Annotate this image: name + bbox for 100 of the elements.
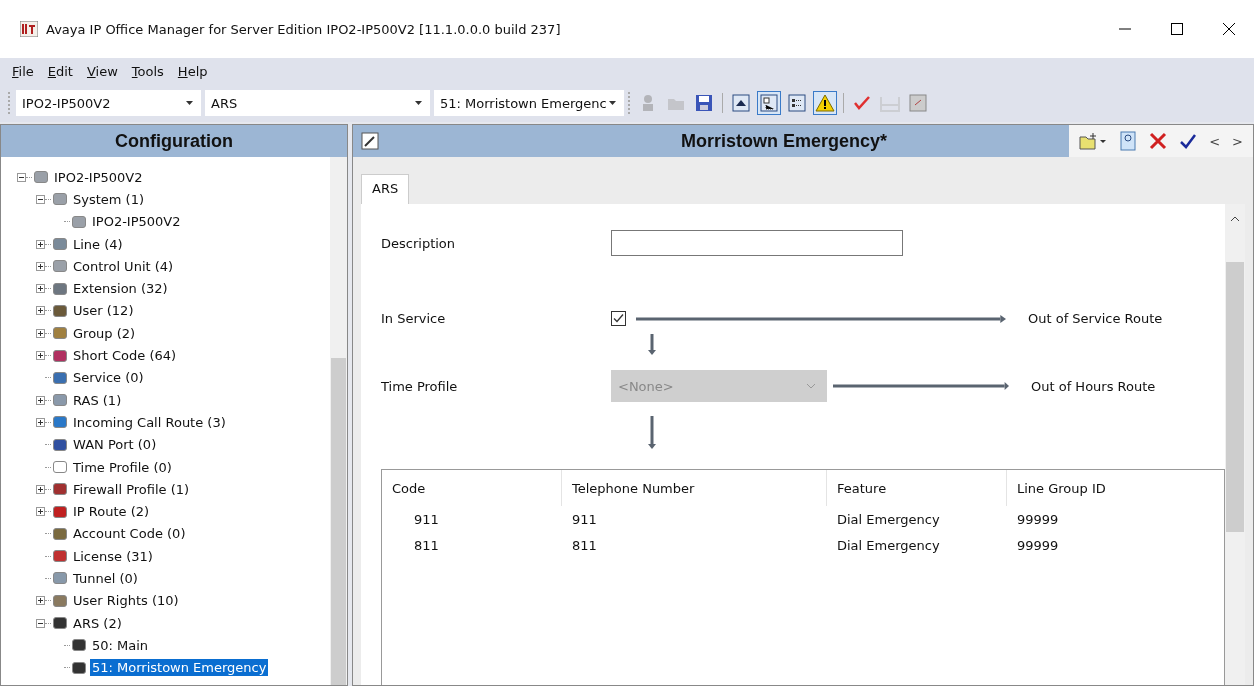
maximize-icon[interactable] [1170,22,1184,36]
toolbar-collapse-button[interactable] [729,91,753,115]
column-header[interactable]: Code [382,470,562,506]
tree-item[interactable]: User (12) [71,302,136,320]
tree-item[interactable]: System (1) [71,190,147,208]
tree-item[interactable]: User Rights (10) [71,592,181,610]
expand-toggle[interactable] [36,507,45,517]
node-icon [72,639,86,652]
menu-item[interactable]: View [86,63,118,79]
app-logo-icon [20,21,38,37]
tree-item[interactable]: WAN Port (0) [71,436,159,454]
nav-button[interactable]: < [1209,133,1221,149]
warning-icon [815,93,835,113]
expand-toggle[interactable] [36,484,45,494]
menu-item[interactable]: Tools [131,63,164,79]
tile-icon [908,93,928,113]
in-service-checkbox[interactable] [611,311,626,326]
node-icon [53,282,67,295]
tree-item[interactable]: Extension (32) [71,280,170,298]
caret-icon [609,101,616,105]
toolbar-list-button[interactable] [785,91,809,115]
expand-toggle[interactable] [36,596,45,606]
tree-item[interactable]: Line (4) [71,235,125,253]
node-icon [53,438,67,451]
tree-item[interactable]: Account Code (0) [71,525,188,543]
toolbar-warning-button[interactable] [813,91,837,115]
tree-item[interactable]: IPO2-IP500V2 [90,213,183,231]
route-label: Out of Hours Route [1031,378,1156,394]
toolbar-dropdown[interactable]: 51: Morristown Emergenc [434,90,624,116]
chevron-icon [806,383,816,389]
node-icon [53,371,67,384]
scrollbar[interactable] [330,157,347,685]
expand-toggle[interactable] [36,239,45,249]
node-icon [53,416,67,429]
menu-item[interactable]: File [12,63,34,79]
delete-button[interactable] [1149,132,1168,150]
expand-toggle[interactable] [36,306,45,316]
tree-item[interactable]: Group (2) [71,324,138,342]
column-header[interactable]: Telephone Number [562,470,827,506]
tree-item[interactable]: IPO2-IP500V2 [52,168,145,186]
save-icon [694,93,714,113]
toolbar-tree-button[interactable] [757,91,781,115]
expand-toggle[interactable] [36,417,45,427]
ok-button[interactable] [1179,132,1198,150]
new-button[interactable] [1079,132,1108,150]
panel-header: Configuration [1,125,347,157]
table-cell-text: 99999 [1016,537,1060,553]
table-cell-text: 99999 [1016,511,1060,527]
toolbar-dropdown[interactable]: ARS [205,90,430,116]
column-header[interactable]: Line Group ID [1007,470,1197,506]
column-header[interactable]: Feature [827,470,1007,506]
tree-item[interactable]: Tunnel (0) [71,570,140,587]
node-icon [53,238,67,251]
tree-item[interactable]: ARS (2) [71,614,124,632]
tab[interactable]: ARS [361,174,410,204]
table-cell-text: Dial Emergency [836,537,941,553]
tree-item[interactable]: Time Profile (0) [71,458,174,476]
node-icon [72,215,86,228]
node-icon [53,550,67,563]
close-icon[interactable] [1222,22,1236,36]
tree-item[interactable]: Incoming Call Route (3) [71,413,228,431]
collapse-toggle[interactable] [36,194,45,204]
node-icon [53,193,67,206]
scrollbar[interactable] [1225,204,1245,685]
export-button[interactable] [1119,131,1138,151]
tree-item[interactable]: 50: Main [90,636,151,654]
table-cell-text: 911 [571,511,598,527]
expand-toggle[interactable] [36,395,45,405]
expand-toggle[interactable] [36,351,45,360]
nav-button[interactable]: > [1232,133,1243,149]
tree-item[interactable]: 51: Morristown Emergency [90,659,269,677]
collapse-icon [731,93,751,113]
collapse-toggle[interactable] [36,618,45,628]
toolbar-tile-button[interactable] [906,91,930,115]
tree-item[interactable]: Firewall Profile (1) [71,480,192,498]
tree-item[interactable]: RAS (1) [71,391,124,409]
scroll-up-icon[interactable] [1230,216,1240,222]
node-icon [53,349,67,362]
table-cell-text: Dial Emergency [836,511,941,527]
menu-item[interactable]: Help [177,63,208,79]
table-cell-text: 811 [413,537,440,553]
tree-item[interactable]: Control Unit (4) [71,257,176,275]
node-icon [72,661,86,674]
toolbar-dropdown[interactable]: IPO2-IP500V2 [16,90,201,116]
expand-toggle[interactable] [36,328,45,338]
list-view-icon [787,93,807,113]
expand-toggle[interactable] [36,284,45,294]
node-icon [53,260,67,273]
description-field[interactable] [611,230,903,256]
collapse-toggle[interactable] [17,172,26,182]
tree-item[interactable]: Service (0) [71,369,146,387]
down-arrow [648,334,656,356]
menu-item[interactable]: Edit [47,63,73,79]
tree-item[interactable]: License (31) [71,547,155,565]
expand-toggle[interactable] [36,261,45,271]
caret-icon [415,101,422,105]
tree-item[interactable]: IP Route (2) [71,503,152,521]
node-icon [53,594,67,607]
tree-item[interactable]: Short Code (64) [71,347,179,364]
node-icon [53,572,67,585]
